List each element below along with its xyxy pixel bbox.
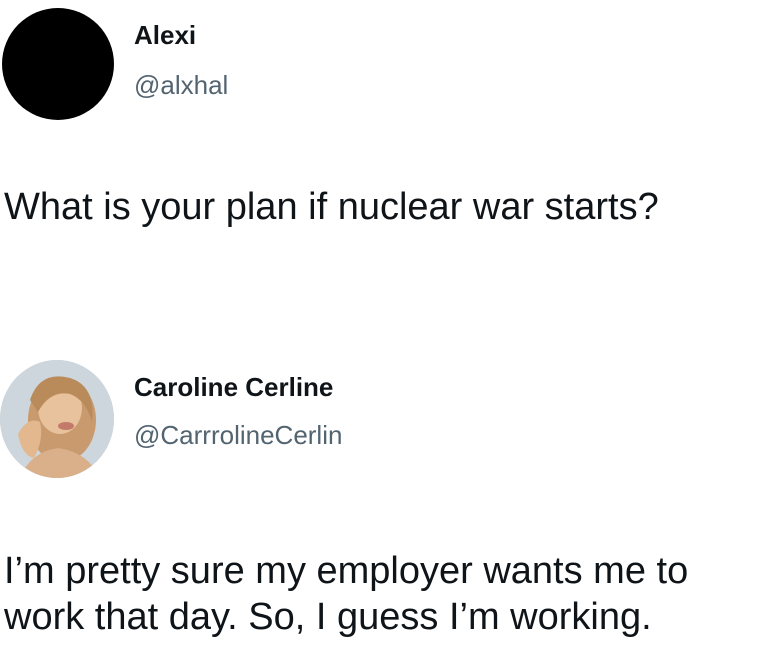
post-text: I’m pretty sure my employer wants me to … xyxy=(4,548,688,640)
post-text-line: work that day. So, I guess I’m working. xyxy=(4,596,652,638)
author-name[interactable]: Caroline Cerline xyxy=(134,372,333,402)
post-text-line: What is your plan if nuclear war starts? xyxy=(4,186,659,228)
profile-photo-icon xyxy=(0,360,114,478)
post-text: What is your plan if nuclear war starts? xyxy=(4,184,659,230)
avatar-caroline[interactable] xyxy=(0,360,114,478)
author-handle[interactable]: @CarrrolineCerlin xyxy=(134,420,342,450)
author-name[interactable]: Alexi xyxy=(134,20,196,50)
avatar-alexi[interactable] xyxy=(2,8,114,120)
post-text-line: I’m pretty sure my employer wants me to xyxy=(4,550,689,592)
author-handle[interactable]: @alxhal xyxy=(134,70,228,100)
